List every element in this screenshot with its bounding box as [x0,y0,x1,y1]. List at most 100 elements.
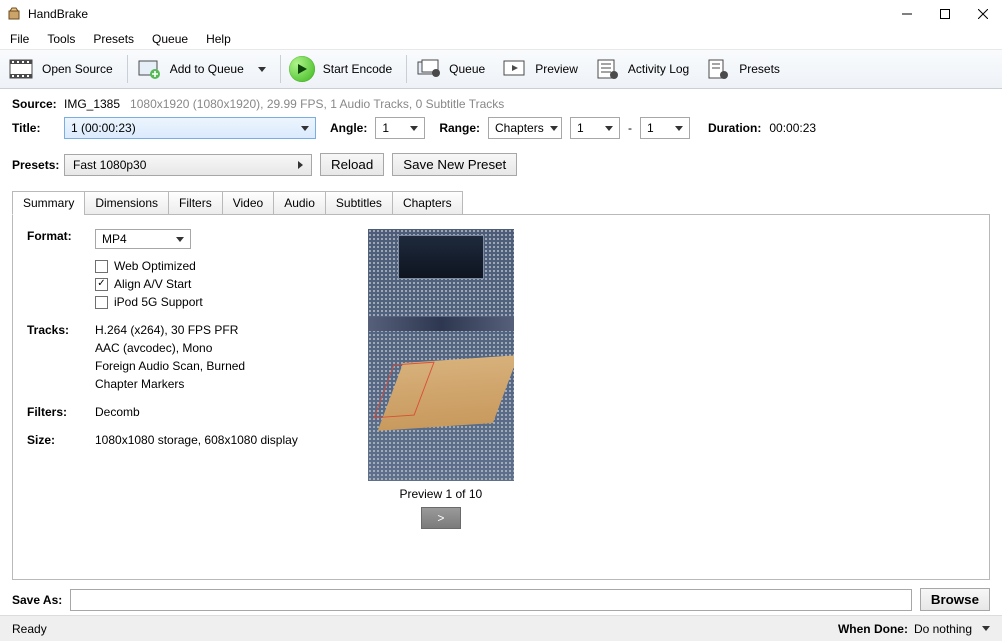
when-done-select[interactable]: Do nothing [914,622,990,636]
chevron-down-icon [301,126,309,131]
format-label: Format: [27,229,95,309]
tab-chapters[interactable]: Chapters [392,191,463,215]
minimize-button[interactable] [888,0,926,28]
chapter-from-value: 1 [577,121,584,135]
separator [127,55,128,83]
source-row: Source: IMG_1385 1080x1920 (1080x1920), … [12,97,990,111]
menu-queue[interactable]: Queue [144,30,196,48]
duration-value: 00:00:23 [769,121,816,135]
reload-button[interactable]: Reload [320,153,384,176]
chevron-down-icon [550,126,558,131]
web-optimized-label: Web Optimized [114,259,196,273]
queue-icon [415,56,441,82]
source-info: 1080x1920 (1080x1920), 29.99 FPS, 1 Audi… [130,97,504,111]
app-icon [6,6,22,22]
presets-label: Presets [739,62,780,76]
title-label: Title: [12,121,64,135]
tracks-line: H.264 (x264), 30 FPS PFR [95,323,245,337]
chapter-to-select[interactable]: 1 [640,117,690,139]
presets-row: Presets: Fast 1080p30 Reload Save New Pr… [12,153,990,176]
chevron-down-icon [982,626,990,631]
ipod-checkbox[interactable]: iPod 5G Support [95,295,203,309]
queue-button[interactable]: Queue [411,53,495,85]
checkbox-checked-icon [95,278,108,291]
when-done-label: When Done: [838,622,908,636]
chevron-right-icon [298,161,303,169]
activity-log-label: Activity Log [628,62,689,76]
checkbox-icon [95,296,108,309]
open-source-button[interactable]: Open Source [4,53,123,85]
preview-next-button[interactable]: > [421,507,461,529]
format-value: MP4 [102,232,127,246]
menu-file[interactable]: File [2,30,37,48]
toolbar: Open Source Add to Queue Start Encode Qu… [0,50,1002,89]
menubar: File Tools Presets Queue Help [0,28,1002,50]
separator [406,55,407,83]
menu-tools[interactable]: Tools [39,30,83,48]
chevron-down-icon [605,126,613,131]
add-to-queue-button[interactable]: Add to Queue [132,53,276,85]
save-new-preset-button[interactable]: Save New Preset [392,153,517,176]
browse-button[interactable]: Browse [920,588,990,611]
chapter-from-select[interactable]: 1 [570,117,620,139]
status-text: Ready [12,622,47,636]
play-icon [289,56,315,82]
tab-video[interactable]: Video [222,191,274,215]
filters-label: Filters: [27,405,95,419]
angle-select[interactable]: 1 [375,117,425,139]
menu-presets[interactable]: Presets [85,30,142,48]
preview-icon [501,56,527,82]
tracks-line: Chapter Markers [95,377,245,391]
tab-subtitles[interactable]: Subtitles [325,191,393,215]
duration-label: Duration: [708,121,761,135]
angle-label: Angle: [330,121,367,135]
preview-button[interactable]: Preview [497,53,588,85]
film-icon [8,56,34,82]
range-mode-select[interactable]: Chapters [488,117,562,139]
presets-button[interactable]: Presets [701,53,790,85]
size-value: 1080x1080 storage, 608x1080 display [95,433,298,447]
align-av-label: Align A/V Start [114,277,191,291]
preview-thumbnail [368,229,514,481]
web-optimized-checkbox[interactable]: Web Optimized [95,259,203,273]
tab-body: Format: MP4 Web Optimized Align A/V Star… [12,214,990,580]
preset-picker[interactable]: Fast 1080p30 [64,154,312,176]
maximize-button[interactable] [926,0,964,28]
queue-label: Queue [449,62,485,76]
range-mode-value: Chapters [495,121,544,135]
activity-log-button[interactable]: Activity Log [590,53,699,85]
angle-value: 1 [382,121,389,135]
close-button[interactable] [964,0,1002,28]
chevron-down-icon [258,67,266,72]
tab-filters[interactable]: Filters [168,191,223,215]
tabs: Summary Dimensions Filters Video Audio S… [12,190,990,214]
checkbox-icon [95,260,108,273]
saveas-label: Save As: [12,593,62,607]
tab-audio[interactable]: Audio [273,191,326,215]
format-select[interactable]: MP4 [95,229,191,249]
range-label: Range: [439,121,480,135]
when-done-value: Do nothing [914,622,972,636]
tracks-line: AAC (avcodec), Mono [95,341,245,355]
chevron-down-icon [410,126,418,131]
preset-value: Fast 1080p30 [73,158,146,172]
preview-label: Preview [535,62,578,76]
start-encode-label: Start Encode [323,62,392,76]
tab-summary[interactable]: Summary [12,191,85,215]
align-av-checkbox[interactable]: Align A/V Start [95,277,203,291]
title-value: 1 (00:00:23) [71,121,136,135]
start-encode-button[interactable]: Start Encode [285,53,402,85]
window-title: HandBrake [28,7,88,21]
size-label: Size: [27,433,95,447]
preview-caption: Preview 1 of 10 [399,487,482,501]
menu-help[interactable]: Help [198,30,239,48]
chapter-to-value: 1 [647,121,654,135]
chevron-down-icon [675,126,683,131]
title-select[interactable]: 1 (00:00:23) [64,117,316,139]
filters-value: Decomb [95,405,140,419]
titlebar: HandBrake [0,0,1002,28]
open-source-label: Open Source [42,62,113,76]
tab-dimensions[interactable]: Dimensions [84,191,169,215]
add-queue-icon [136,56,162,82]
saveas-input[interactable] [70,589,912,611]
